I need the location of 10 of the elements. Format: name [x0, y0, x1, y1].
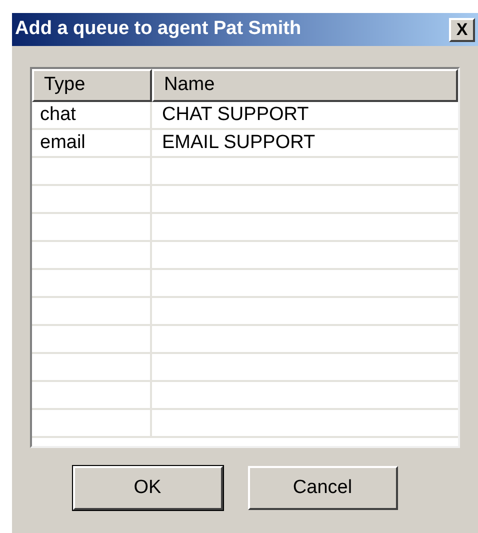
table-cell-text: EMAIL SUPPORT [161, 131, 316, 155]
close-button[interactable]: X [449, 18, 475, 42]
window-title: Add a queue to agent Pat Smith [15, 17, 302, 42]
table-cell-text: CHAT SUPPORT [161, 103, 310, 127]
table-cell: email [32, 130, 152, 156]
table-cell: chat [32, 102, 152, 128]
column-header[interactable]: Name [152, 69, 458, 102]
column-header[interactable]: Type [32, 69, 152, 102]
dialog-button[interactable]: OK [72, 466, 222, 510]
dialog-button[interactable]: Cancel [248, 466, 398, 510]
